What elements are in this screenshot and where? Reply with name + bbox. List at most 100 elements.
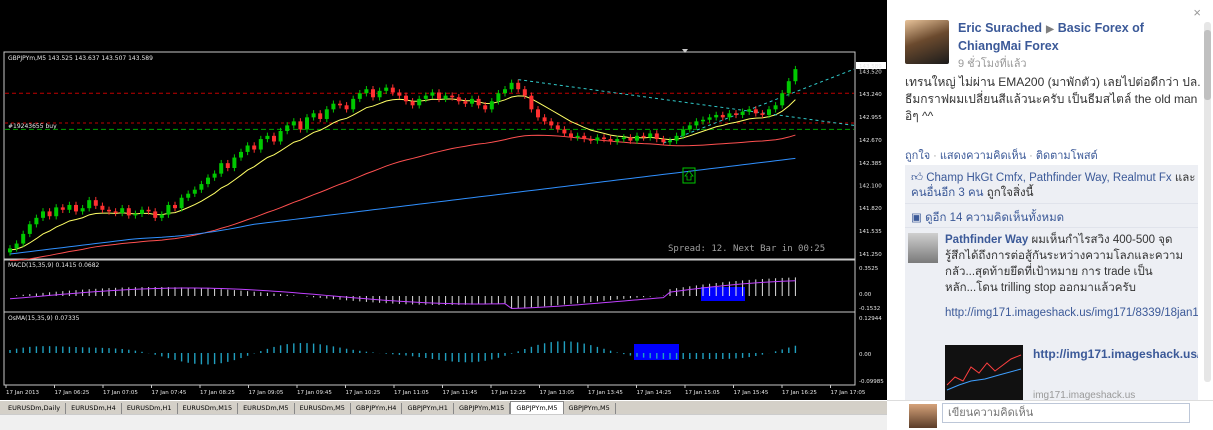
author-avatar[interactable]: [905, 20, 949, 64]
candle-body: [628, 137, 633, 141]
candle-body: [87, 200, 92, 209]
candle-body: [773, 105, 778, 110]
post-title: Eric Surached ▶ Basic Forex of ChiangMai F…: [958, 20, 1198, 54]
like-link[interactable]: ถูกใจ: [905, 150, 930, 162]
chart-tab-eurusdm-daily[interactable]: EURUSDm,Daily: [3, 403, 67, 414]
candle-body: [186, 193, 191, 198]
candle-body: [245, 145, 250, 152]
candle-body: [232, 157, 237, 168]
spread-label: Spread: 12. Next Bar in 00:25: [668, 244, 825, 254]
candle-body: [357, 93, 362, 99]
candle-body: [27, 224, 32, 234]
chart-tab-gbpjpym-h1[interactable]: GBPJPYm,H1: [402, 403, 454, 414]
chart-symbol-label: GBPJPYm,M5 143.525 143.637 143.507 143.5…: [8, 55, 153, 62]
chart-tab-eurusdm-h1[interactable]: EURUSDm,H1: [122, 403, 178, 414]
time-tick: 17 Jan 07:45: [152, 390, 187, 396]
time-tick: 17 Jan 08:25: [200, 390, 235, 396]
time-tick: 17 Jan 13:45: [588, 390, 623, 396]
follow-post-link[interactable]: ติดตามโพสต์: [1036, 150, 1098, 162]
candle-body: [687, 125, 692, 130]
candle-body: [516, 82, 521, 90]
macd-tick: -0.1532: [859, 306, 880, 312]
commenter-avatar[interactable]: [908, 233, 938, 263]
osma-tick: -0.09985: [859, 379, 884, 385]
link-thumbnail[interactable]: [945, 345, 1023, 400]
candle-body: [146, 209, 151, 212]
chart-tab-eurusdm-m5[interactable]: EURUSDm,M5: [238, 403, 295, 414]
price-tick: 142.100: [859, 184, 882, 190]
panel-scrollbar[interactable]: [1204, 22, 1211, 382]
post-time[interactable]: 9 ชั่วโมงที่แล้ว: [958, 54, 1027, 72]
candle-body: [298, 121, 303, 130]
candle-body: [100, 205, 105, 210]
candle-body: [562, 129, 567, 134]
view-all-comments-link[interactable]: ▣ ดูอีก 14 ความคิดเห็นทั้งหมด: [911, 209, 1064, 227]
comment-url-link[interactable]: http://img171.imageshack.us/img171/8339/…: [945, 306, 1198, 321]
candle-body: [120, 208, 125, 214]
chart-tab-eurusdm-m5[interactable]: EURUSDm,M5: [295, 403, 351, 414]
link-preview-title[interactable]: http://img171.imageshack.us/img171/8339/…: [1033, 347, 1198, 361]
candle-body: [60, 207, 65, 210]
comment-input[interactable]: [942, 403, 1190, 423]
candle-body: [318, 113, 323, 119]
price-tick: 143.240: [859, 92, 882, 98]
candle-body: [588, 139, 593, 141]
candle-body: [529, 95, 534, 110]
osma-label: OsMA(15,35,9) 0.07335: [8, 315, 80, 322]
feedback-box: 👍︎ Champ HkGt Cmfx, Pathfinder Way, Real…: [905, 165, 1198, 400]
candle-body: [14, 243, 19, 249]
comment-author-link[interactable]: Pathfinder Way: [945, 234, 1028, 246]
candle-body: [21, 233, 26, 244]
candle-body: [430, 92, 435, 96]
candle-body: [305, 117, 309, 130]
candle-body: [41, 211, 45, 218]
candle-body: [720, 114, 725, 118]
chart-tab-eurusdm-m15[interactable]: EURUSDm,M15: [178, 403, 239, 414]
others-link[interactable]: คนอื่นอีก 3 คน: [911, 187, 984, 199]
chart-tab-gbpjpym-h4[interactable]: GBPJPYm,H4: [351, 403, 403, 414]
candle-body: [463, 101, 468, 104]
chart-tab-gbpjpym-m15[interactable]: GBPJPYm,M15: [454, 403, 511, 414]
macd-tick: 0.3525: [859, 266, 879, 272]
candle-body: [417, 98, 422, 106]
candle-body: [67, 204, 72, 210]
candle-body: [747, 109, 752, 112]
time-tick: 17 Jan 15:45: [734, 390, 769, 396]
likers-link[interactable]: Champ HkGt Cmfx, Pathfinder Way, Realmut…: [926, 172, 1171, 184]
candle-body: [364, 89, 369, 94]
candle-body: [641, 135, 646, 138]
post-actions: ถูกใจ · แสดงความคิดเห็น · ติดตามโพสต์: [905, 150, 1098, 162]
candle-body: [615, 139, 620, 142]
candle-body: [608, 139, 613, 142]
candle-body: [753, 109, 758, 114]
candle-body: [153, 211, 158, 218]
horizontal-scrollbar[interactable]: [0, 414, 887, 430]
price-tick: 141.820: [859, 206, 882, 212]
candle-body: [199, 184, 204, 190]
osma-tick: 0.12944: [859, 316, 882, 322]
chart-tab-gbpjpym-m5[interactable]: GBPJPYm,M5: [510, 401, 564, 414]
time-tick: 17 Jan 16:25: [782, 390, 817, 396]
candle-body: [206, 177, 210, 185]
candle-body: [668, 140, 672, 143]
candle-body: [701, 119, 705, 122]
comment-link[interactable]: แสดงความคิดเห็น: [940, 150, 1026, 162]
candle-body: [225, 163, 230, 168]
chart-tab-gbpjpym-m5[interactable]: GBPJPYm,M5: [564, 403, 616, 414]
candle-body: [252, 145, 257, 150]
candle-body: [786, 81, 791, 94]
time-tick: 17 Jan 15:05: [685, 390, 720, 396]
close-icon[interactable]: ×: [1193, 5, 1201, 20]
candle-body: [437, 92, 441, 99]
link-preview-domain: img171.imageshack.us: [1033, 390, 1136, 400]
author-link[interactable]: Eric Surached: [958, 21, 1042, 35]
time-tick: 17 Jan 2013: [6, 390, 39, 396]
candle-body: [536, 109, 540, 118]
scroll-thumb[interactable]: [1204, 30, 1211, 100]
candle-body: [793, 69, 798, 82]
candle-body: [324, 109, 329, 119]
time-tick: 17 Jan 09:05: [249, 390, 284, 396]
price-chart-svg[interactable]: GBPJPYm,M5 143.525 143.637 143.507 143.5…: [0, 0, 887, 400]
trading-chart[interactable]: GBPJPYm,M5 143.525 143.637 143.507 143.5…: [0, 0, 887, 430]
chart-tab-eurusdm-h4[interactable]: EURUSDm,H4: [66, 403, 122, 414]
